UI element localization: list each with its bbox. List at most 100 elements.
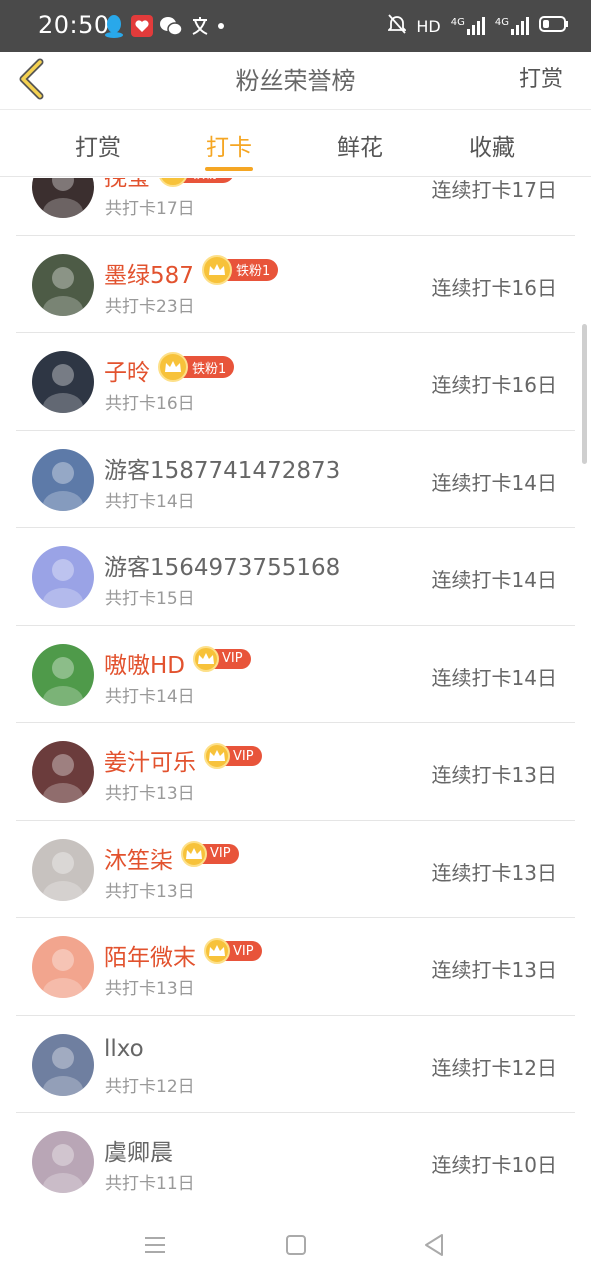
avatar[interactable] <box>32 351 94 413</box>
menu-button[interactable] <box>140 1230 170 1260</box>
avatar[interactable] <box>32 253 94 316</box>
vip-badge: VIP <box>181 840 239 867</box>
avatar[interactable] <box>32 643 94 706</box>
total-checkin-days: 共打卡17日 <box>105 199 195 219</box>
avatar[interactable] <box>32 838 94 901</box>
menu-icon <box>145 1237 165 1253</box>
avatar[interactable] <box>32 1033 94 1096</box>
system-nav-bar <box>0 1208 591 1280</box>
tab-flowers[interactable]: 鲜花 <box>310 128 410 162</box>
hd-label: HD <box>416 16 441 36</box>
total-checkin-days: 共打卡11日 <box>105 1174 195 1194</box>
user-name[interactable]: 虞卿晨 <box>104 1133 173 1167</box>
badge-label: 铁粉1 <box>180 178 235 183</box>
total-checkin-days: 共打卡16日 <box>105 394 195 414</box>
list-item[interactable]: 子昤 铁粉1 共打卡16日 连续打卡16日 <box>16 333 575 431</box>
scrollbar[interactable] <box>582 324 587 464</box>
checkin-streak: 连续打卡17日 <box>431 178 557 202</box>
avatar[interactable] <box>32 448 94 511</box>
user-name[interactable]: llxo <box>104 1036 144 1062</box>
vip-badge: VIP <box>204 938 262 964</box>
checkin-streak: 连续打卡14日 <box>431 470 557 495</box>
reward-button[interactable]: 打赏 <box>519 61 563 93</box>
list-item[interactable]: 陌年微末 VIP 共打卡13日 连续打卡13日 <box>16 918 575 1016</box>
total-checkin-days: 共打卡15日 <box>105 589 195 609</box>
avatar[interactable] <box>32 741 94 803</box>
list-item[interactable]: llxo 共打卡12日 连续打卡12日 <box>16 1016 575 1113</box>
total-checkin-days: 共打卡23日 <box>105 296 195 317</box>
qq-icon <box>104 13 124 39</box>
avatar[interactable] <box>32 546 94 608</box>
active-tab-indicator <box>205 167 253 171</box>
total-checkin-days: 共打卡12日 <box>105 1076 195 1097</box>
list-item[interactable]: 虞卿晨共打卡11日 连续打卡10日 <box>16 1113 575 1208</box>
tab-checkin[interactable]: 打卡 <box>179 128 279 162</box>
list-content: 挽莹铁粉1共打卡17日连续打卡17日墨绿587铁粉1共打卡23日连续打卡16日子… <box>0 178 591 1208</box>
total-checkin-days: 共打卡13日 <box>105 979 195 999</box>
back-nav-button[interactable] <box>420 1230 450 1260</box>
avatar[interactable] <box>32 178 94 218</box>
crown-icon <box>181 840 207 867</box>
crown-icon <box>193 645 219 672</box>
avatar[interactable] <box>32 936 94 998</box>
mute-bell-icon <box>387 14 408 38</box>
status-right: HD 4G 4G <box>387 12 569 40</box>
total-checkin-days: 共打卡14日 <box>105 491 195 512</box>
crown-icon <box>158 352 188 382</box>
checkin-streak: 连续打卡13日 <box>431 860 557 885</box>
nav-bar: 粉丝荣誉榜 打赏 <box>0 52 591 110</box>
badge-label: 铁粉1 <box>224 258 279 281</box>
home-square-icon <box>286 1235 306 1255</box>
tab-favorites[interactable]: 收藏 <box>442 128 542 162</box>
app-heart-icon <box>131 13 153 39</box>
avatar[interactable] <box>32 1131 94 1193</box>
status-bar: 20:50 HD 4G 4G <box>0 0 591 52</box>
checkin-ranking-list[interactable]: 挽莹铁粉1共打卡17日连续打卡17日墨绿587铁粉1共打卡23日连续打卡16日子… <box>0 178 591 1208</box>
user-name[interactable]: 挽莹 <box>104 178 150 192</box>
checkin-streak: 连续打卡14日 <box>431 665 557 690</box>
list-item[interactable]: 墨绿587 铁粉1 共打卡23日 连续打卡16日 <box>16 236 575 333</box>
signal-4g-label-2: 4G <box>494 17 509 28</box>
crown-icon <box>158 178 188 187</box>
battery-icon <box>539 15 569 37</box>
list-item[interactable]: 挽莹 铁粉1 共打卡17日 连续打卡17日 <box>16 178 575 236</box>
user-name[interactable]: 陌年微末 <box>104 938 196 972</box>
user-name[interactable]: 游客1587741472873 <box>104 451 340 485</box>
list-item[interactable]: 姜汁可乐 VIP 共打卡13日 连续打卡13日 <box>16 723 575 821</box>
back-triangle-icon <box>425 1234 443 1256</box>
user-name[interactable]: 子昤 <box>104 353 150 387</box>
user-name[interactable]: 嗷嗷HD <box>104 646 185 680</box>
user-name[interactable]: 游客1564973755168 <box>104 548 340 582</box>
list-item[interactable]: 嗷嗷HD VIP 共打卡14日 连续打卡14日 <box>16 626 575 723</box>
user-name[interactable]: 姜汁可乐 <box>104 743 196 777</box>
checkin-streak: 连续打卡13日 <box>431 763 557 787</box>
total-checkin-days: 共打卡14日 <box>105 686 195 707</box>
fan-level-badge: 铁粉1 <box>202 254 279 285</box>
checkin-streak: 连续打卡12日 <box>431 1055 557 1080</box>
user-name[interactable]: 墨绿587 <box>104 256 194 290</box>
fan-level-badge: 铁粉1 <box>158 352 235 382</box>
home-button[interactable] <box>281 1230 311 1260</box>
signal-4g-icon-2: 4G <box>495 17 529 35</box>
vip-badge: VIP <box>204 743 262 769</box>
notification-dot-icon <box>217 13 225 39</box>
crown-icon <box>204 938 230 964</box>
signal-4g-label: 4G <box>450 17 465 28</box>
badge-label: 铁粉1 <box>180 356 235 378</box>
page-title: 粉丝荣誉榜 <box>235 67 356 95</box>
tab-bar: 打赏 打卡 鲜花 收藏 <box>0 111 591 177</box>
translate-icon <box>189 13 211 39</box>
total-checkin-days: 共打卡13日 <box>105 881 195 902</box>
total-checkin-days: 共打卡13日 <box>105 784 195 804</box>
crown-icon <box>204 743 230 769</box>
status-time: 20:50 <box>38 11 110 39</box>
wechat-icon <box>159 13 183 39</box>
list-item[interactable]: 沐笙柒 VIP 共打卡13日 连续打卡13日 <box>16 821 575 918</box>
user-name[interactable]: 沐笙柒 <box>104 841 173 875</box>
tab-reward[interactable]: 打赏 <box>48 128 148 162</box>
checkin-streak: 连续打卡16日 <box>431 275 557 300</box>
list-item[interactable]: 游客1564973755168 共打卡15日 连续打卡14日 <box>16 528 575 626</box>
checkin-streak: 连续打卡14日 <box>431 568 557 592</box>
list-item[interactable]: 游客1587741472873 共打卡14日 连续打卡14日 <box>16 431 575 528</box>
checkin-streak: 连续打卡10日 <box>431 1153 557 1177</box>
